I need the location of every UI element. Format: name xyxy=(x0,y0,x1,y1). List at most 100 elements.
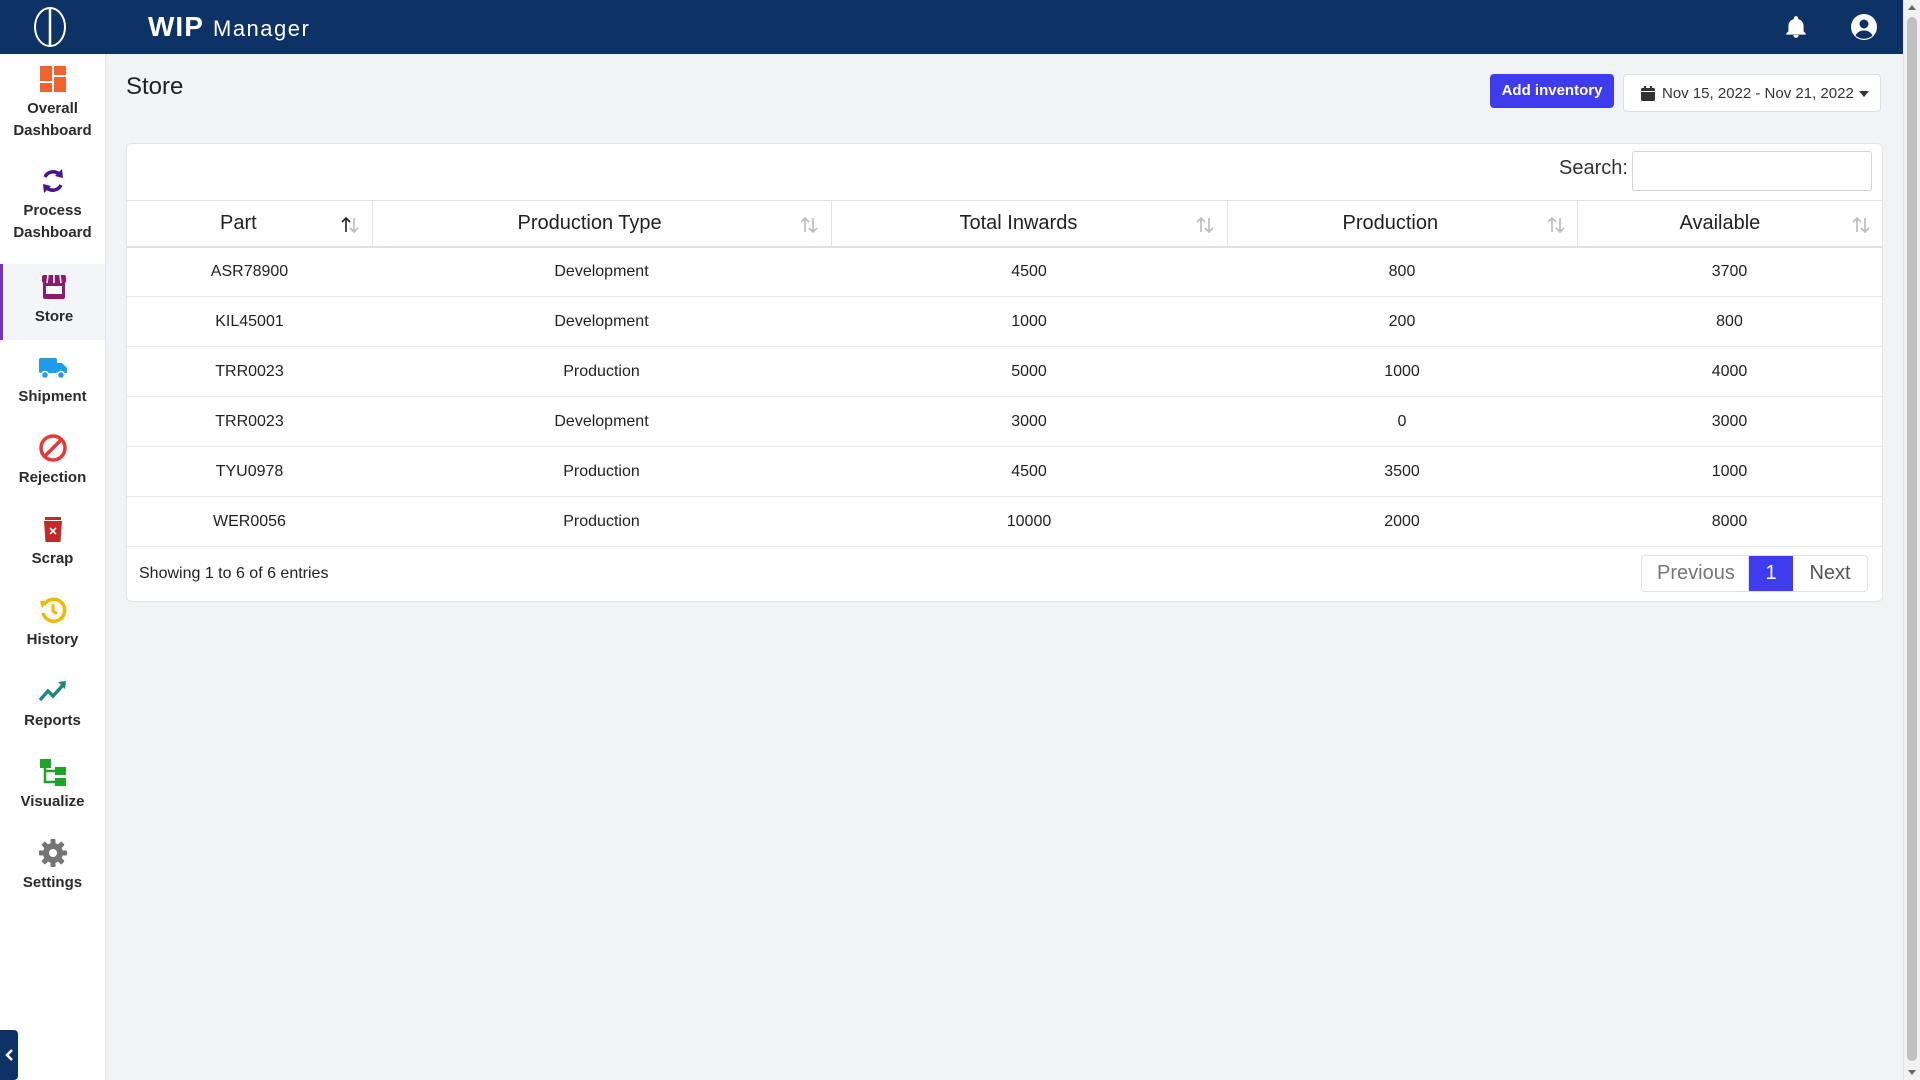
scrollbar-thumb[interactable] xyxy=(1907,17,1917,1061)
column-label: Total Inwards xyxy=(959,212,1078,234)
cell-production-type: Development xyxy=(372,396,831,447)
column-header-production[interactable]: Production xyxy=(1226,200,1577,248)
sidebar-item-reports[interactable]: Reports xyxy=(0,676,105,748)
store-table-card: Search: Part Production Type Total Inwar… xyxy=(126,143,1883,602)
cell-production: 3500 xyxy=(1227,446,1577,497)
cell-available: 3700 xyxy=(1577,246,1882,297)
cell-total-inwards: 10000 xyxy=(831,496,1227,547)
cell-available: 800 xyxy=(1577,296,1882,347)
sidebar-item-store[interactable]: Store xyxy=(0,264,105,340)
table-header-row: Part Production Type Total Inwards Produ… xyxy=(127,200,1882,248)
column-label: Part xyxy=(220,212,257,234)
logo-icon[interactable] xyxy=(33,6,67,48)
search-label: Search: xyxy=(1559,157,1628,179)
cell-part: TRR0023 xyxy=(127,396,372,447)
column-header-production-type[interactable]: Production Type xyxy=(371,200,831,248)
cell-production: 200 xyxy=(1227,296,1577,347)
cell-production-type: Production xyxy=(372,496,831,547)
cell-production-type: Production xyxy=(372,446,831,497)
add-inventory-button[interactable]: Add inventory xyxy=(1490,74,1614,108)
sidebar-item-label: Overall Dashboard xyxy=(13,100,92,139)
scroll-down-arrow-icon[interactable] xyxy=(1908,1070,1916,1075)
sidebar-item-label: Settings xyxy=(22,874,83,891)
app-title: WIP xyxy=(148,11,204,42)
sidebar-item-settings[interactable]: Settings xyxy=(0,838,105,910)
cell-total-inwards: 5000 xyxy=(831,346,1227,397)
cell-part: TRR0023 xyxy=(127,346,372,397)
sidebar-item-shipment[interactable]: Shipment xyxy=(0,352,105,424)
sidebar: Overall Dashboard Process Dashboard Stor… xyxy=(0,54,106,1080)
next-page-button[interactable]: Next xyxy=(1793,556,1867,591)
sidebar-collapse-button[interactable] xyxy=(0,1030,18,1080)
date-range-text: Nov 15, 2022 - Nov 21, 2022 xyxy=(1662,85,1854,102)
cell-available: 1000 xyxy=(1577,446,1882,497)
sidebar-item-label: Shipment xyxy=(18,388,87,405)
sidebar-item-scrap[interactable]: Scrap xyxy=(0,514,105,586)
table-row: TRR0023 Development 3000 0 3000 xyxy=(127,396,1882,447)
sidebar-item-label: Rejection xyxy=(18,469,87,486)
cell-part: KIL45001 xyxy=(127,296,372,347)
page-title: Store xyxy=(126,73,184,100)
column-header-total-inwards[interactable]: Total Inwards xyxy=(830,200,1227,248)
cell-production: 800 xyxy=(1227,246,1577,297)
previous-page-button[interactable]: Previous xyxy=(1642,556,1749,591)
entries-info: Showing 1 to 6 of 6 entries xyxy=(139,565,329,582)
sidebar-item-label: Visualize xyxy=(20,793,85,810)
vertical-scrollbar[interactable] xyxy=(1903,0,1920,1080)
scroll-up-arrow-icon[interactable] xyxy=(1908,5,1916,10)
search-input[interactable] xyxy=(1632,151,1872,191)
table-row: KIL45001 Development 1000 200 800 xyxy=(127,296,1882,347)
sidebar-item-overall-dashboard[interactable]: Overall Dashboard xyxy=(0,64,105,156)
sort-icon xyxy=(1851,216,1870,234)
sidebar-item-rejection[interactable]: Rejection xyxy=(0,433,105,505)
cell-available: 4000 xyxy=(1577,346,1882,397)
user-account-icon[interactable] xyxy=(1850,13,1878,41)
table-row: WER0056 Production 10000 2000 8000 xyxy=(127,496,1882,547)
cell-part: WER0056 xyxy=(127,496,372,547)
cell-available: 8000 xyxy=(1577,496,1882,547)
sync-icon xyxy=(42,169,63,193)
bell-icon[interactable] xyxy=(1783,14,1809,40)
table-row: ASR78900 Development 4500 800 3700 xyxy=(127,246,1882,297)
column-header-available[interactable]: Available xyxy=(1576,200,1882,248)
sort-icon xyxy=(1195,216,1214,234)
chevron-left-icon xyxy=(5,1049,13,1061)
sidebar-item-label: Store xyxy=(34,308,74,325)
column-header-part[interactable]: Part xyxy=(127,200,372,248)
cell-production-type: Development xyxy=(372,296,831,347)
cell-available: 3000 xyxy=(1577,396,1882,447)
chart-line-icon xyxy=(38,681,66,702)
trash-icon xyxy=(43,517,62,542)
table-row: TRR0023 Production 5000 1000 4000 xyxy=(127,346,1882,397)
gear-icon xyxy=(38,839,67,867)
sidebar-item-process-dashboard[interactable]: Process Dashboard xyxy=(0,166,105,266)
cell-total-inwards: 1000 xyxy=(831,296,1227,347)
page-1-button[interactable]: 1 xyxy=(1749,556,1793,591)
ban-icon xyxy=(38,434,67,462)
sidebar-item-label: Scrap xyxy=(31,550,74,567)
cell-total-inwards: 3000 xyxy=(831,396,1227,447)
sidebar-item-history[interactable]: History xyxy=(0,595,105,667)
cell-production-type: Production xyxy=(372,346,831,397)
cell-part: ASR78900 xyxy=(127,246,372,297)
sidebar-item-label: History xyxy=(26,631,79,648)
sidebar-item-visualize[interactable]: Visualize xyxy=(0,757,105,829)
sidebar-item-label: Process Dashboard xyxy=(13,202,92,241)
column-label: Production xyxy=(1342,212,1439,234)
cell-part: TYU0978 xyxy=(127,446,372,497)
truck-icon xyxy=(38,358,67,380)
cell-production: 2000 xyxy=(1227,496,1577,547)
cell-total-inwards: 4500 xyxy=(831,446,1227,497)
sort-icon xyxy=(799,216,818,234)
app-subtitle: Manager xyxy=(213,16,311,41)
date-range-picker[interactable]: Nov 15, 2022 - Nov 21, 2022 xyxy=(1623,74,1881,112)
cell-production-type: Development xyxy=(372,246,831,297)
calendar-icon xyxy=(1641,86,1655,101)
column-label: Production Type xyxy=(517,212,662,234)
cell-total-inwards: 4500 xyxy=(831,246,1227,297)
top-bar: WIP Manager xyxy=(0,0,1903,54)
sitemap-icon xyxy=(39,759,66,786)
store-icon xyxy=(42,274,66,299)
store-table: Part Production Type Total Inwards Produ… xyxy=(127,200,1882,547)
table-row: TYU0978 Production 4500 3500 1000 xyxy=(127,446,1882,497)
